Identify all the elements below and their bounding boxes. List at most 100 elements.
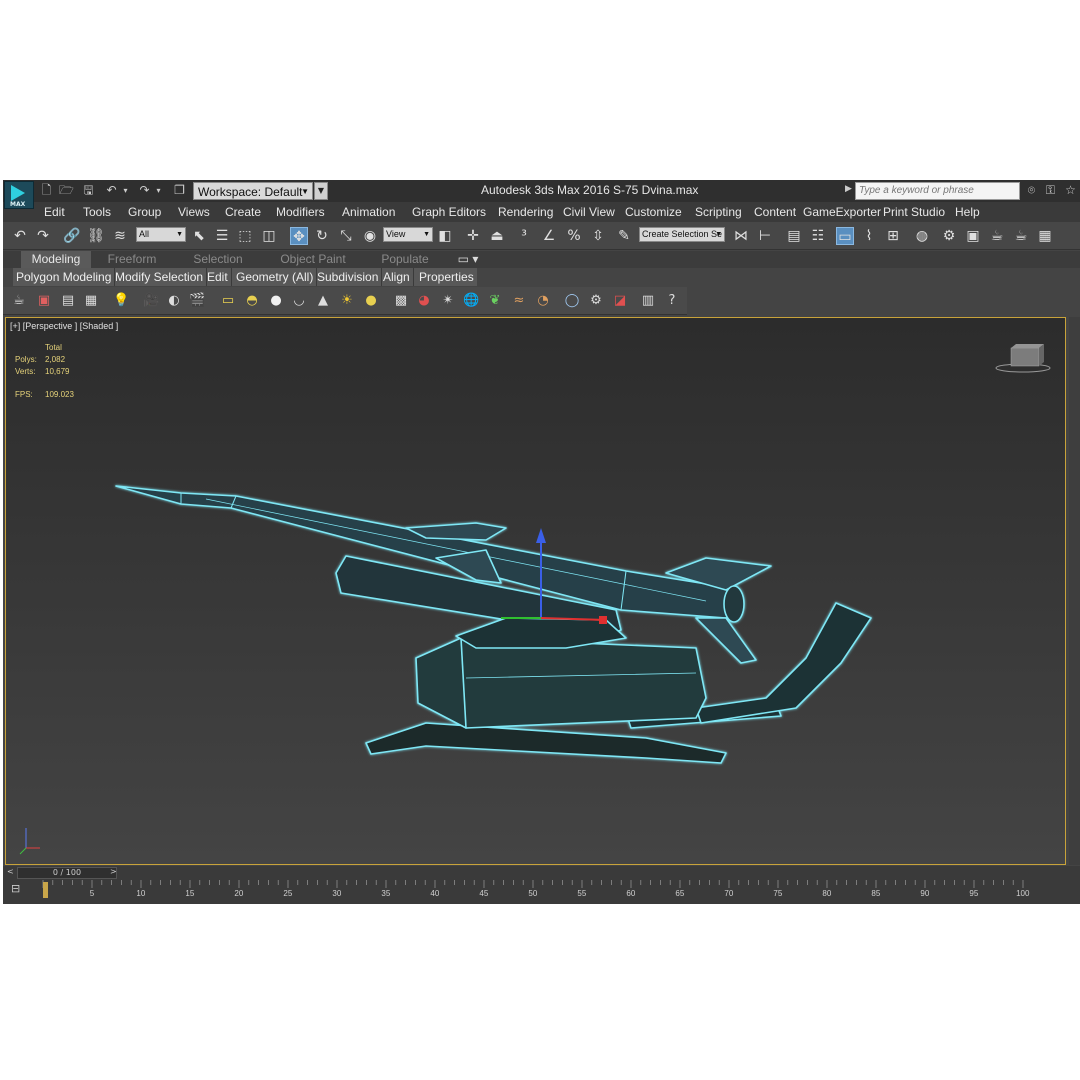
workspace-dropdown[interactable]: Workspace: Default ▼ <box>193 182 313 200</box>
hemisphere-icon[interactable]: ◓ <box>244 293 260 309</box>
scatter-icon[interactable]: ✴ <box>440 293 456 309</box>
edit-named-selection-icon[interactable]: ✎ <box>615 227 633 245</box>
tab-object-paint[interactable]: Object Paint <box>273 251 353 268</box>
sphere-primitive-icon[interactable]: ● <box>268 293 284 309</box>
project-folder-icon[interactable]: ❐ <box>172 183 187 198</box>
menu-modifiers[interactable]: Modifiers <box>276 205 325 219</box>
yellow-sphere-icon[interactable]: ● <box>363 293 379 309</box>
bowl-icon[interactable]: ◡ <box>291 293 307 309</box>
render-frame-icon[interactable]: ▣ <box>36 293 52 309</box>
tab-freeform[interactable]: Freeform <box>96 251 168 268</box>
menu-customize[interactable]: Customize <box>625 205 682 219</box>
undo-icon[interactable]: ↶ <box>11 227 29 245</box>
link-icon[interactable]: 🔗 <box>63 227 81 245</box>
workspace-menu-icon[interactable]: ▼ <box>314 182 328 200</box>
ribbon-options-icon[interactable]: ▭ ▾ <box>453 251 483 268</box>
select-by-name-icon[interactable]: ☰ <box>213 227 231 245</box>
unlink-icon[interactable]: ⛓ <box>87 227 105 245</box>
mirror-icon[interactable]: ⋈ <box>732 227 750 245</box>
time-prev-icon[interactable]: < <box>7 867 14 876</box>
perspective-viewport[interactable]: [+] [Perspective ] [Shaded ] Total Polys… <box>5 317 1066 865</box>
favorites-star-icon[interactable]: ☆ <box>1063 183 1078 198</box>
foliage-icon[interactable]: ❦ <box>487 293 503 309</box>
undo-icon[interactable]: ↶ <box>104 183 119 198</box>
select-manipulate-icon[interactable]: ✛ <box>464 227 482 245</box>
tab-selection[interactable]: Selection <box>181 251 255 268</box>
panel-align[interactable]: Align <box>380 268 414 286</box>
schematic-view-icon[interactable]: ⊞ <box>884 227 902 245</box>
cone-icon[interactable]: ▲ <box>315 293 331 309</box>
panel-subdivision[interactable]: Subdivision <box>314 268 383 286</box>
menu-edit[interactable]: Edit <box>44 205 65 219</box>
window-crossing-icon[interactable]: ◫ <box>260 227 278 245</box>
search-expand-icon[interactable]: ▶ <box>845 184 852 194</box>
pivot-center-icon[interactable]: ◧ <box>436 227 454 245</box>
menu-print-studio[interactable]: Print Studio <box>883 205 945 219</box>
list-panel-icon[interactable]: ▤ <box>60 293 76 309</box>
grid-panel-icon[interactable]: ▦ <box>83 293 99 309</box>
render-setup-icon[interactable]: ⚙ <box>940 227 958 245</box>
menu-create[interactable]: Create <box>225 205 261 219</box>
named-selection-dropdown[interactable]: Create Selection Se ▼ <box>639 227 725 242</box>
menu-group[interactable]: Group <box>128 205 161 219</box>
mini-curve-editor-icon[interactable]: ⊟ <box>11 882 20 895</box>
hair-icon[interactable]: ≈ <box>511 293 527 309</box>
checker-map-icon[interactable]: ▩ <box>393 293 409 309</box>
menu-tools[interactable]: Tools <box>83 205 111 219</box>
layer-explorer-icon[interactable]: ☷ <box>809 227 827 245</box>
render-in-cloud-icon[interactable]: ▦ <box>1036 227 1054 245</box>
print-icon[interactable]: ▥ <box>640 293 656 309</box>
application-menu-button[interactable]: MAX <box>4 181 34 209</box>
export-icon[interactable]: ◪ <box>612 293 628 309</box>
teapot-icon[interactable]: ☕ <box>11 293 27 309</box>
panel-properties[interactable]: Properties <box>416 268 477 286</box>
box-primitive-icon[interactable]: ▭ <box>220 293 236 309</box>
missile-launcher-model[interactable] <box>6 318 1066 865</box>
menu-civil-view[interactable]: Civil View <box>563 205 615 219</box>
keyboard-shortcut-override-icon[interactable]: ⏏ <box>488 227 506 245</box>
spinner-snap-icon[interactable]: ⇳ <box>589 227 607 245</box>
redo-icon[interactable]: ↷ <box>137 183 152 198</box>
select-and-move-icon[interactable]: ✥ <box>290 227 308 245</box>
render-iterative-icon[interactable]: ☕ <box>1012 227 1030 245</box>
glass-sphere-icon[interactable]: ◯ <box>564 293 580 309</box>
panel-modify-selection[interactable]: Modify Selection <box>112 268 208 286</box>
shell-icon[interactable]: ◔ <box>535 293 551 309</box>
render-production-icon[interactable]: ☕ <box>988 227 1006 245</box>
light-icon[interactable]: 💡 <box>113 293 129 309</box>
toggle-scene-explorer-icon[interactable]: ▤ <box>785 227 803 245</box>
globe-icon[interactable]: 🌐 <box>463 293 479 309</box>
menu-gameexporter[interactable]: GameExporter <box>803 205 881 219</box>
tab-modeling[interactable]: Modeling <box>21 251 91 268</box>
sound-icon[interactable]: ◐ <box>166 293 182 309</box>
rendered-frame-window-icon[interactable]: ▣ <box>964 227 982 245</box>
sun-icon[interactable]: ☀ <box>339 293 355 309</box>
camera-icon[interactable]: 🎥 <box>143 293 159 309</box>
select-object-icon[interactable]: ⬉ <box>190 227 208 245</box>
command-panel-edge[interactable] <box>1069 317 1080 865</box>
panel-edit[interactable]: Edit <box>204 268 232 286</box>
menu-content[interactable]: Content <box>754 205 796 219</box>
redo-dropdown-icon[interactable]: ▾ <box>151 183 166 198</box>
menu-scripting[interactable]: Scripting <box>695 205 742 219</box>
menu-graph-editors[interactable]: Graph Editors <box>412 205 486 219</box>
search-input[interactable]: Type a keyword or phrase <box>855 182 1020 200</box>
place-icon[interactable]: ◉ <box>361 227 379 245</box>
time-slider-thumb[interactable] <box>43 882 48 898</box>
redo-icon[interactable]: ↷ <box>34 227 52 245</box>
undo-dropdown-icon[interactable]: ▾ <box>118 183 133 198</box>
snaps-toggle-icon[interactable]: ³ <box>515 227 533 245</box>
tab-populate[interactable]: Populate <box>371 251 439 268</box>
help-icon[interactable]: ? <box>664 293 680 309</box>
align-icon[interactable]: ⊢ <box>756 227 774 245</box>
menu-views[interactable]: Views <box>178 205 210 219</box>
time-next-icon[interactable]: > <box>110 867 117 876</box>
selection-filter-dropdown[interactable]: All ▼ <box>136 227 186 242</box>
angle-snap-icon[interactable]: ∠ <box>540 227 558 245</box>
select-and-rotate-icon[interactable]: ↻ <box>313 227 331 245</box>
time-slider[interactable]: 0 / 100 <box>17 867 117 879</box>
reference-coordinate-dropdown[interactable]: View ▼ <box>383 227 433 242</box>
video-camera-icon[interactable]: 🎬 <box>189 293 205 309</box>
save-icon[interactable]: 🖫 <box>81 183 96 198</box>
binoculars-icon[interactable]: ⌾ <box>1024 183 1039 198</box>
